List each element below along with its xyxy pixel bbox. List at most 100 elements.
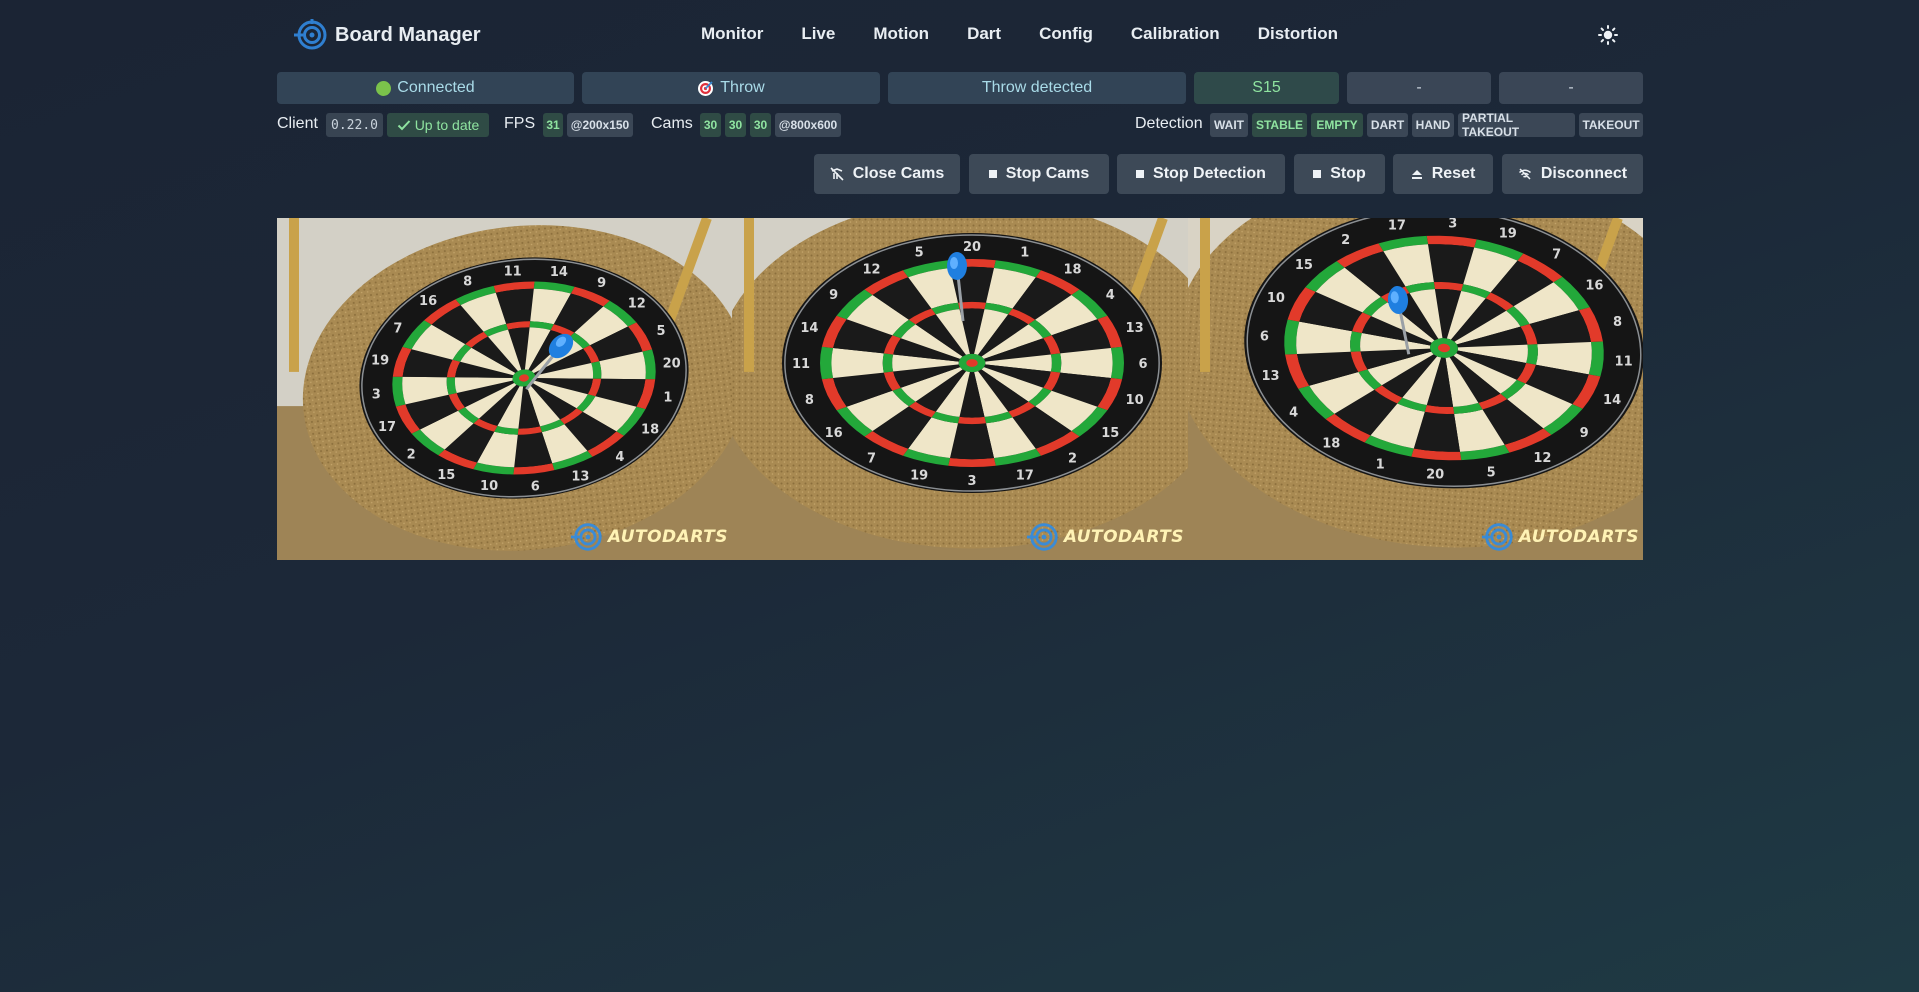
event-status-text: Throw detected <box>981 79 1093 96</box>
nav-motion[interactable]: Motion <box>873 24 929 44</box>
connection-status: Connected <box>277 72 574 104</box>
autodarts-logo-icon <box>570 523 602 551</box>
detection-state-takeout: TAKEOUT <box>1579 113 1643 137</box>
board-number: 3 <box>1448 218 1457 231</box>
board-number: 1 <box>663 390 672 405</box>
board-number: 10 <box>480 479 498 494</box>
board-number: 1 <box>1376 458 1385 473</box>
disconnect-button[interactable]: Disconnect <box>1502 154 1643 194</box>
eject-icon <box>1411 170 1422 179</box>
nav-config[interactable]: Config <box>1039 24 1093 44</box>
board-number: 20 <box>663 357 681 372</box>
app-title: Board Manager <box>335 23 481 46</box>
reset-button[interactable]: Reset <box>1393 154 1493 194</box>
board-number: 17 <box>1388 219 1406 234</box>
board-number: 9 <box>597 276 606 291</box>
close-cams-icon <box>830 167 844 181</box>
stop-button[interactable]: Stop <box>1294 154 1385 194</box>
board-number: 13 <box>571 469 589 484</box>
nav-calibration[interactable]: Calibration <box>1131 24 1220 44</box>
board-number: 4 <box>1289 406 1298 421</box>
board-number: 5 <box>656 324 665 339</box>
connected-dot-icon <box>376 80 392 96</box>
board-number: 19 <box>1499 226 1517 241</box>
board-number: 6 <box>1260 329 1269 344</box>
board-number: 3 <box>372 388 381 403</box>
detection-label: Detection <box>1135 115 1203 132</box>
detection-state-partial-takeout: PARTIAL TAKEOUT <box>1458 111 1575 139</box>
info-row: Client 0.22.0 Up to date FPS 31 @200x150… <box>277 111 1643 139</box>
navbar: Board Manager Monitor Live Motion Dart C… <box>277 0 1643 70</box>
dartboard-image: 11 14 9 12 5 20 1 18 4 13 6 10 15 2 17 3 19 7 16 8 <box>277 218 732 560</box>
board-number: 11 <box>1615 355 1633 370</box>
board-number: 1 <box>1020 246 1029 261</box>
update-status-badge: Up to date <box>387 113 489 137</box>
board-number: 6 <box>1138 357 1147 372</box>
slot-3-text: - <box>1568 79 1574 96</box>
close-cams-button[interactable]: Close Cams <box>814 154 960 194</box>
board-number: 8 <box>1613 315 1622 330</box>
detection-state-empty: EMPTY <box>1311 113 1363 137</box>
detection-state-stable: STABLE <box>1252 113 1307 137</box>
target-logo-icon <box>294 19 327 50</box>
slot-3-status: - <box>1499 72 1643 104</box>
stop-cams-button[interactable]: Stop Cams <box>969 154 1109 194</box>
board-number: 2 <box>407 448 416 463</box>
stop-square-icon <box>1136 170 1145 178</box>
fps-value: 31 <box>543 113 563 137</box>
cams-label: Cams <box>651 115 693 132</box>
cams-resolution: @800x600 <box>775 113 841 137</box>
board-number: 12 <box>628 296 646 311</box>
nav-dart[interactable]: Dart <box>967 24 1001 44</box>
client-version: 0.22.0 <box>326 113 383 137</box>
update-status-text: Up to date <box>414 117 480 133</box>
board-number: 19 <box>910 468 928 483</box>
detection-state-hand: HAND <box>1412 113 1454 137</box>
board-number: 17 <box>378 420 396 435</box>
slot-2-text: - <box>1416 79 1422 96</box>
board-number: 15 <box>1101 426 1119 441</box>
board-number: 15 <box>437 468 455 483</box>
dartboard-image: 3 19 7 16 8 11 14 9 12 5 20 1 18 4 13 6 10 15 2 17 <box>1188 218 1643 560</box>
board-number: 7 <box>393 321 402 336</box>
camera-feeds: 11 14 9 12 5 20 1 18 4 13 6 10 15 2 17 3 19 7 16 8 AUTODART… <box>277 218 1643 560</box>
nav-live[interactable]: Live <box>801 24 835 44</box>
watermark-text: AUTODARTS <box>1063 527 1184 547</box>
dart-target-icon <box>698 80 714 96</box>
camera-feed-3: 3 19 7 16 8 11 14 9 12 5 20 1 18 4 13 6 10 15 2 17 AUTODART… <box>1188 218 1643 560</box>
stop-detection-button[interactable]: Stop Detection <box>1117 154 1285 194</box>
sun-icon[interactable] <box>1597 24 1619 46</box>
board-number: 14 <box>1603 393 1621 408</box>
stop-square-icon <box>1313 170 1322 178</box>
board-number: 7 <box>1552 248 1561 263</box>
watermark-text: AUTODARTS <box>1518 527 1639 547</box>
connection-status-text: Connected <box>397 79 475 96</box>
detection-state-wait: WAIT <box>1210 113 1248 137</box>
nav-monitor[interactable]: Monitor <box>701 24 763 44</box>
brand[interactable]: Board Manager <box>293 17 481 53</box>
board-number: 4 <box>615 450 624 465</box>
score-text: S15 <box>1252 79 1281 96</box>
board-number: 18 <box>1322 436 1340 451</box>
score-status: S15 <box>1194 72 1339 104</box>
mode-status-text: Throw <box>720 79 765 96</box>
watermark-text: AUTODARTS <box>607 527 728 547</box>
board-number: 7 <box>867 452 876 467</box>
board-number: 13 <box>1261 369 1279 384</box>
stop-cams-label: Stop Cams <box>1005 165 1090 182</box>
fps-label: FPS <box>504 115 536 132</box>
board-number: 12 <box>862 262 880 277</box>
client-label: Client <box>277 115 318 132</box>
board-number: 16 <box>419 294 437 309</box>
board-number: 16 <box>1585 278 1603 293</box>
status-bar: Connected Throw Throw detected S15 - - <box>277 72 1643 104</box>
board-number: 13 <box>1126 321 1144 336</box>
board-number: 12 <box>1533 451 1551 466</box>
board-number: 11 <box>792 357 810 372</box>
board-number: 9 <box>1580 426 1589 441</box>
reset-label: Reset <box>1431 165 1476 182</box>
nav-distortion[interactable]: Distortion <box>1258 24 1338 44</box>
board-number: 10 <box>1267 291 1285 306</box>
mode-status: Throw <box>582 72 880 104</box>
board-number: 17 <box>1016 468 1034 483</box>
